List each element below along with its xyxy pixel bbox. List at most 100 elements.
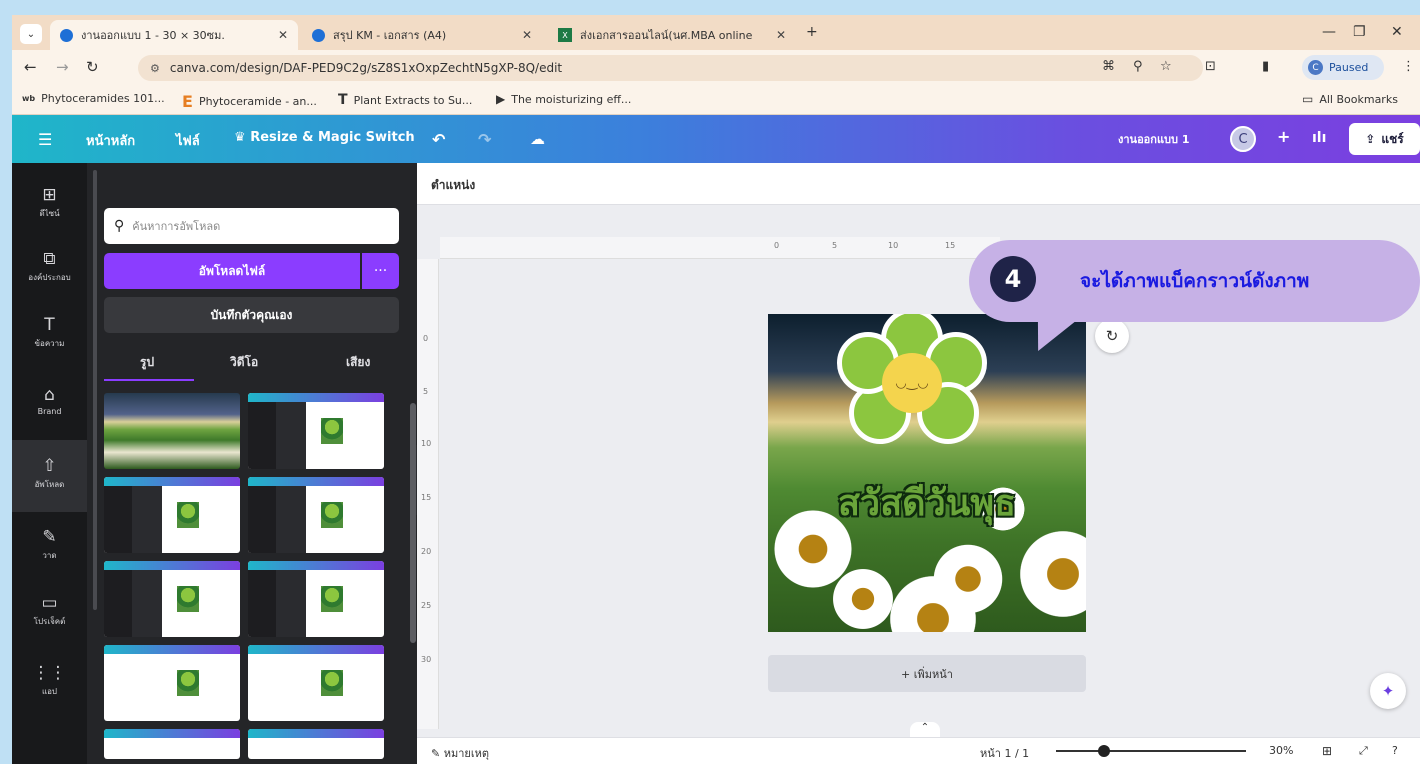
url-field[interactable]: ⚙ canva.com/design/DAF-PED9C2g/sZ8S1xOxp…	[138, 55, 1203, 81]
tab-images[interactable]: รูป	[140, 353, 154, 372]
tab-canva-design[interactable]: งานออกแบบ 1 - 30 × 30ซม. ✕	[50, 20, 298, 50]
ruler-label: 25	[421, 601, 432, 610]
sidebar-label: แอป	[41, 687, 58, 696]
upload-thumbnail[interactable]	[104, 393, 240, 469]
zoom-slider[interactable]	[1056, 750, 1246, 752]
sidebar-item-brand[interactable]: ⌂ Brand	[12, 385, 87, 416]
home-link[interactable]: หน้าหลัก	[86, 130, 135, 151]
sidebar-item-text[interactable]: T ข้อความ	[12, 315, 87, 350]
upload-icon: ⇧	[42, 456, 57, 476]
ruler-label: 15	[945, 241, 956, 250]
add-page-button[interactable]: + เพิ่มหน้า	[768, 655, 1086, 692]
zoom-percent[interactable]: 30%	[1269, 744, 1293, 757]
upload-thumbnail[interactable]	[104, 477, 240, 553]
insights-icon[interactable]: ılı	[1312, 130, 1326, 146]
sidebar-item-apps[interactable]: ⋮⋮ แอป	[12, 663, 87, 698]
upload-thumbnail[interactable]	[104, 729, 240, 759]
bookmark-label: Plant Extracts to Su...	[353, 93, 473, 107]
bookmark-label: All Bookmarks	[1319, 92, 1398, 106]
sidebar-label: ข้อความ	[34, 339, 65, 348]
bookmark-item[interactable]: wb Phytoceramides 101...	[22, 92, 165, 105]
file-menu[interactable]: ไฟล์	[176, 130, 200, 151]
show-pages-chevron-icon[interactable]: ⌃	[910, 722, 940, 738]
sidebar-item-projects[interactable]: ▭ โปรเจ็คต์	[12, 593, 87, 628]
search-input[interactable]: ⚲ ค้นหาการอัพโหลด	[104, 208, 399, 244]
sidebar-item-elements[interactable]: ⧉ องค์ประกอบ	[12, 249, 87, 284]
bookmark-item[interactable]: E Phytoceramide - an...	[182, 92, 317, 111]
tab-videos[interactable]: วิดีโอ	[230, 353, 258, 372]
close-tab-icon[interactable]: ✕	[522, 28, 532, 42]
browser-window: ⌄ งานออกแบบ 1 - 30 × 30ซม. ✕ สรุป KM - เ…	[12, 15, 1420, 764]
resize-button[interactable]: ♛ Resize & Magic Switch	[234, 130, 415, 145]
close-window-icon[interactable]: ✕	[1391, 24, 1403, 40]
reload-icon[interactable]: ↻	[86, 58, 99, 76]
tab-km-summary[interactable]: สรุป KM - เอกสาร (A4) ✕	[302, 20, 542, 50]
page-indicator[interactable]: หน้า 1 / 1	[980, 744, 1029, 762]
side-panel-icon[interactable]: ▮	[1262, 59, 1269, 74]
upload-thumbnail[interactable]	[104, 645, 240, 721]
ruler-label: 0	[423, 334, 429, 343]
share-button[interactable]: ⇪ แชร์	[1349, 123, 1420, 155]
panel-scrollbar[interactable]	[93, 170, 97, 610]
draw-icon: ✎	[42, 527, 57, 547]
add-collaborator-icon[interactable]: +	[1277, 127, 1290, 146]
design-title[interactable]: งานออกแบบ 1	[1118, 130, 1189, 148]
upload-thumbnail[interactable]	[248, 561, 384, 637]
back-icon[interactable]: ←	[24, 58, 37, 76]
bookmark-star-icon[interactable]: ☆	[1160, 59, 1172, 74]
bookmark-item[interactable]: ▶ The moisturizing eff...	[496, 92, 631, 106]
tab-online-docs[interactable]: X ส่งเอกสารออนไลน์(นศ.MBA online ✕	[548, 20, 796, 50]
new-tab-button[interactable]: +	[806, 24, 818, 40]
sidebar-item-draw[interactable]: ✎ วาด	[12, 527, 87, 562]
zoom-slider-handle[interactable]	[1098, 745, 1110, 757]
flower-sticker[interactable]: ◡‿◡	[837, 314, 987, 458]
upload-thumbnail[interactable]	[248, 393, 384, 469]
zoom-icon[interactable]: ⚲	[1133, 59, 1143, 74]
close-tab-icon[interactable]: ✕	[278, 28, 288, 42]
position-button[interactable]: ตำแหน่ง	[431, 176, 475, 195]
fullscreen-icon[interactable]: ⤢	[1359, 744, 1368, 758]
bookmark-label: Phytoceramides 101...	[41, 92, 165, 105]
grid-view-icon[interactable]: ⊞	[1322, 744, 1332, 758]
active-tab-indicator	[104, 379, 194, 381]
daisy-image	[928, 539, 1008, 619]
grid-scrollbar[interactable]	[410, 403, 416, 643]
refresh-icon[interactable]: ↻	[1095, 319, 1129, 353]
magic-sparkle-icon[interactable]: ✦	[1370, 673, 1406, 709]
site-info-icon[interactable]: ⚙	[150, 62, 160, 75]
site-icon: T	[338, 92, 348, 108]
upload-thumbnail[interactable]	[104, 561, 240, 637]
upload-thumbnail[interactable]	[248, 729, 384, 759]
ruler-label: 10	[421, 439, 432, 448]
sidebar-label: โปรเจ็คต์	[33, 617, 66, 626]
profile-button[interactable]: C Paused	[1302, 55, 1384, 80]
translate-icon[interactable]: ⌘	[1102, 59, 1115, 74]
restore-icon[interactable]: ❐	[1353, 24, 1366, 40]
redo-icon[interactable]: ↷	[478, 130, 491, 149]
sidebar-item-uploads[interactable]: ⇧ อัพโหลด	[12, 440, 87, 512]
upload-files-button[interactable]: อัพโหลดไฟล์	[104, 253, 360, 289]
notes-button[interactable]: ✎ หมายเหตุ	[431, 744, 489, 762]
forward-icon[interactable]: →	[56, 58, 69, 76]
undo-icon[interactable]: ↶	[432, 130, 445, 149]
help-icon[interactable]: ?	[1392, 744, 1398, 757]
tab-search-button[interactable]: ⌄	[20, 24, 42, 44]
record-yourself-button[interactable]: บันทึกตัวคุณเอง	[104, 297, 399, 333]
tab-audio[interactable]: เสียง	[346, 353, 370, 372]
upload-thumbnail[interactable]	[248, 645, 384, 721]
close-tab-icon[interactable]: ✕	[776, 28, 786, 42]
menu-icon[interactable]: ⋮	[1402, 59, 1415, 74]
hamburger-icon[interactable]: ☰	[38, 130, 52, 149]
extensions-icon[interactable]: ⊡	[1205, 59, 1216, 74]
minimize-icon[interactable]: —	[1322, 24, 1336, 40]
avatar[interactable]: C	[1230, 126, 1256, 152]
all-bookmarks[interactable]: ▭ All Bookmarks	[1302, 92, 1398, 106]
design-page[interactable]: ◡‿◡ สวัสดีวันพุธ	[768, 314, 1086, 632]
smiley-face-icon: ◡‿◡	[882, 353, 942, 413]
greeting-text[interactable]: สวัสดีวันพุธ	[768, 474, 1086, 531]
sidebar-item-design[interactable]: ⊞ ดีไซน์	[12, 185, 87, 220]
upload-more-button[interactable]: ···	[362, 253, 399, 289]
bookmark-item[interactable]: T Plant Extracts to Su...	[338, 92, 472, 108]
upload-thumbnail[interactable]	[248, 477, 384, 553]
cloud-save-icon[interactable]: ☁	[530, 130, 545, 148]
